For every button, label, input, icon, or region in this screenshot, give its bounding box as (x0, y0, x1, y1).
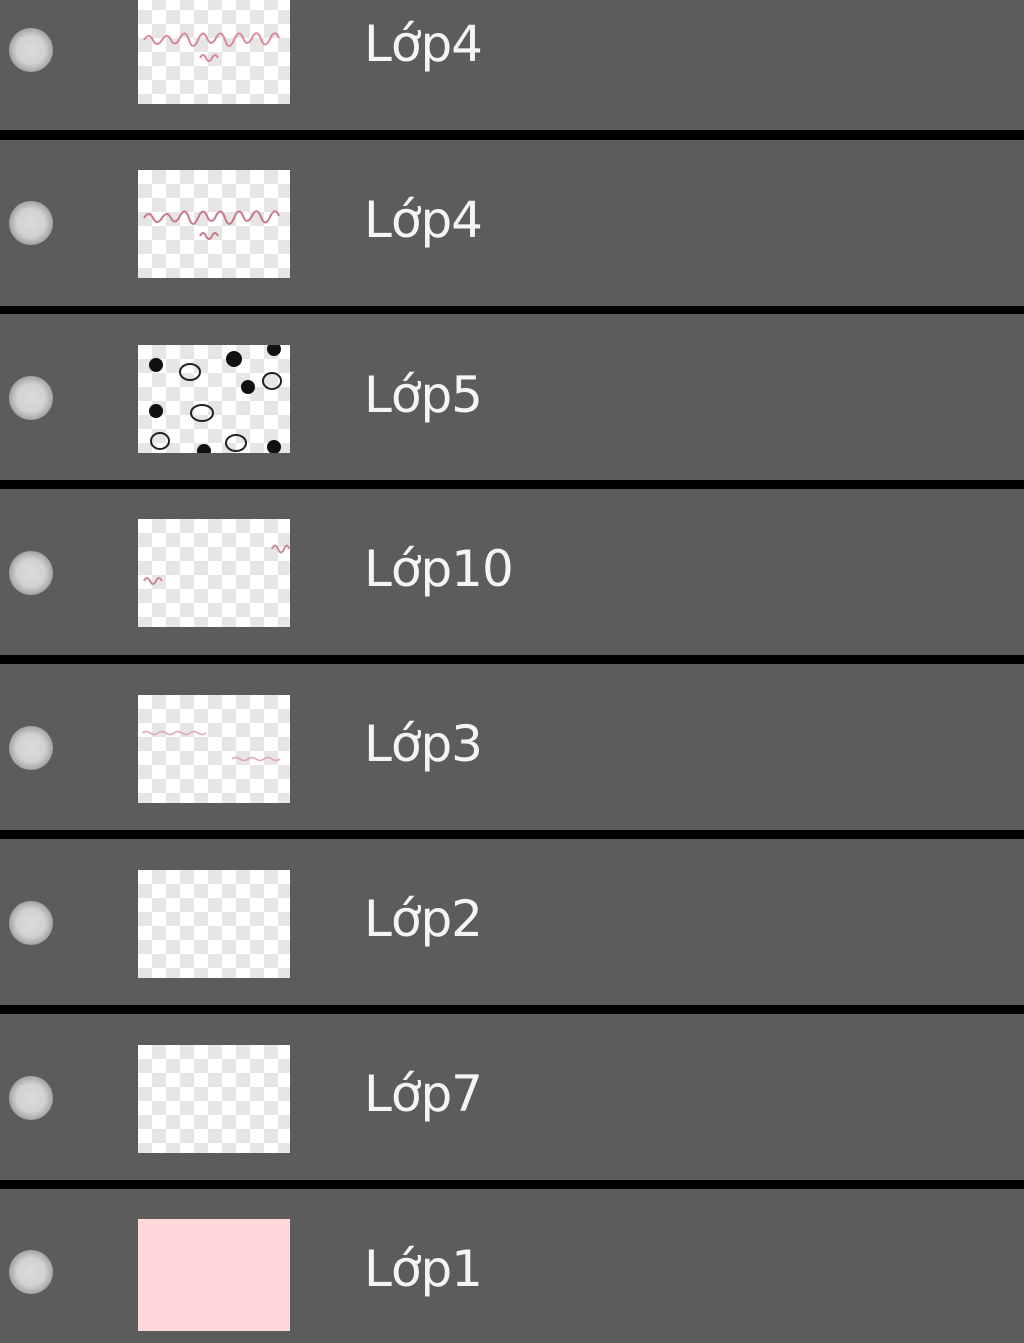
visibility-dot-icon[interactable] (9, 201, 53, 245)
visibility-dot-icon[interactable] (9, 901, 53, 945)
layer-row[interactable]: Lớp10 (0, 489, 1024, 655)
thumbnail-art (143, 32, 280, 62)
layer-row[interactable]: Lớp4 (0, 0, 1024, 130)
pink-handwriting-thumbnail (138, 170, 290, 278)
thumbnail-art (143, 544, 290, 585)
layer-name: Lớp5 (364, 366, 483, 424)
visibility-dot-icon[interactable] (9, 1076, 53, 1120)
transparent-thumbnail (138, 870, 290, 978)
thumbnail-art (143, 210, 280, 240)
layer-row[interactable]: Lớp5 (0, 314, 1024, 480)
small-pink-marks-thumbnail (138, 519, 290, 627)
dots-and-doodles-thumbnail (138, 345, 290, 453)
layer-row[interactable]: Lớp2 (0, 839, 1024, 1005)
layer-name: Lớp7 (364, 1065, 483, 1123)
layer-name: Lớp2 (364, 890, 483, 948)
layer-row[interactable]: Lớp1 (0, 1189, 1024, 1343)
layer-row[interactable]: Lớp4 (0, 140, 1024, 306)
visibility-dot-icon[interactable] (9, 376, 53, 420)
visibility-dot-icon[interactable] (9, 1250, 53, 1294)
transparent-thumbnail (138, 1045, 290, 1153)
thumbnail-art (149, 345, 282, 453)
layers-panel: Lớp4 Lớp4 Lớp5 Lớp10 Lớp3 Lớp2 Lớp7 Lớp1 (0, 0, 1024, 1343)
layer-name: Lớp1 (364, 1240, 483, 1298)
layer-row[interactable]: Lớp3 (0, 664, 1024, 830)
visibility-dot-icon[interactable] (9, 28, 53, 72)
solid-pink-thumbnail (138, 1219, 290, 1331)
layer-name: Lớp4 (364, 15, 483, 73)
visibility-dot-icon[interactable] (9, 726, 53, 770)
layer-name: Lớp3 (364, 715, 483, 773)
visibility-dot-icon[interactable] (9, 551, 53, 595)
layer-row[interactable]: Lớp7 (0, 1014, 1024, 1180)
thumbnail-art (141, 730, 281, 762)
faint-pink-lines-thumbnail (138, 695, 290, 803)
layer-name: Lớp4 (364, 191, 483, 249)
pink-handwriting-thumbnail (138, 0, 290, 104)
layer-name: Lớp10 (364, 540, 514, 598)
